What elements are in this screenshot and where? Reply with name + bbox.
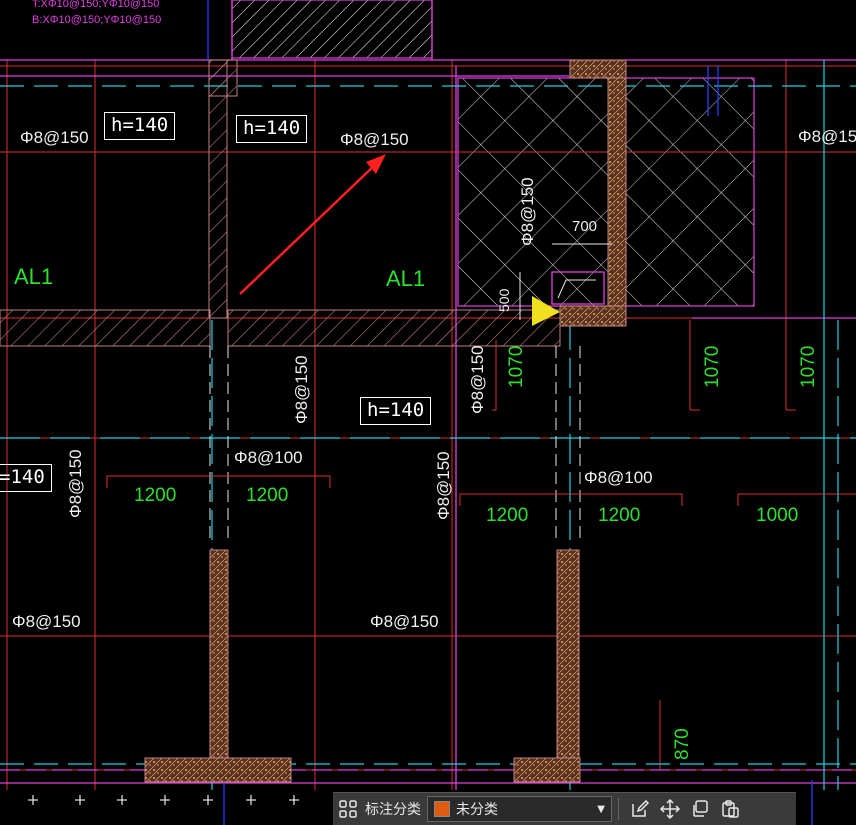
header-note-bottom: B:XΦ10@150;YΦ10@150	[32, 14, 162, 26]
beam-al1-left	[0, 309, 211, 347]
rebar-label-vertical[interactable]: Φ8@150	[292, 355, 312, 424]
rebar-label-vertical[interactable]: Φ8@150	[66, 449, 86, 518]
beam-label[interactable]: AL1	[386, 266, 425, 292]
dimension-text-vertical[interactable]: 1070	[702, 346, 724, 388]
slab-hatch-panel	[626, 78, 754, 306]
grid-plus-marks	[28, 795, 299, 805]
dimension-text[interactable]: 1200	[598, 505, 640, 527]
annotation-toolbar: 标注分类 未分类 ▼	[333, 792, 796, 825]
hatched-opening	[231, 0, 433, 59]
wall-lower-left	[209, 549, 229, 761]
move-icon[interactable]	[655, 794, 685, 824]
category-select[interactable]: 未分类 ▼	[427, 796, 612, 822]
rebar-label-vertical[interactable]: Φ8@150	[518, 177, 538, 246]
slab-thickness-label[interactable]: h=140	[360, 397, 432, 425]
slab-thickness-label[interactable]: =140	[0, 464, 52, 492]
wall-vertical-right	[607, 59, 627, 327]
dimension-text-vertical[interactable]: 1070	[798, 346, 820, 388]
dimension-text[interactable]: 1200	[134, 485, 176, 507]
chevron-down-icon: ▼	[597, 803, 605, 815]
rebar-label[interactable]: Φ8@150	[340, 130, 409, 150]
slab-thickness-label[interactable]: h=140	[236, 115, 308, 143]
dimension-text[interactable]: 700	[572, 218, 597, 235]
rebar-label[interactable]: Φ8@100	[234, 448, 303, 468]
category-value: 未分类	[456, 802, 498, 818]
dimension-text-vertical[interactable]: 500	[496, 289, 512, 312]
annotation-arrow	[239, 161, 379, 295]
rebar-label-vertical[interactable]: Φ8@150	[434, 451, 454, 520]
category-color-swatch	[434, 801, 450, 817]
toolbar-divider	[618, 798, 619, 820]
dimension-text[interactable]: 1000	[756, 505, 798, 527]
dimension-text-vertical[interactable]: 1070	[506, 346, 528, 388]
dimension-text[interactable]: 1200	[486, 505, 528, 527]
wall-vertical	[208, 59, 228, 319]
rebar-label[interactable]: Φ8@150	[370, 612, 439, 632]
beam-al1-right	[227, 309, 561, 347]
rebar-label[interactable]: Φ8@150	[20, 128, 89, 148]
category-label: 标注分类	[365, 802, 421, 818]
beam-label[interactable]: AL1	[14, 264, 53, 290]
dimension-text[interactable]: 1200	[246, 485, 288, 507]
edit-icon[interactable]	[625, 794, 655, 824]
paste-icon[interactable]	[715, 794, 745, 824]
rebar-label[interactable]: Φ8@150	[12, 612, 81, 632]
rebar-label-vertical[interactable]: Φ8@150	[468, 345, 488, 414]
rebar-label[interactable]: Φ8@100	[584, 468, 653, 488]
slab-thickness-label[interactable]: h=140	[104, 112, 176, 140]
grid-apps-icon[interactable]	[333, 794, 363, 824]
header-note-top: T:XΦ10@150;YΦ10@150	[32, 0, 160, 10]
copy-icon[interactable]	[685, 794, 715, 824]
wall-lower-right	[556, 549, 580, 761]
rebar-label[interactable]: Φ8@150	[798, 127, 856, 147]
dimension-text-vertical[interactable]: 870	[672, 728, 694, 760]
